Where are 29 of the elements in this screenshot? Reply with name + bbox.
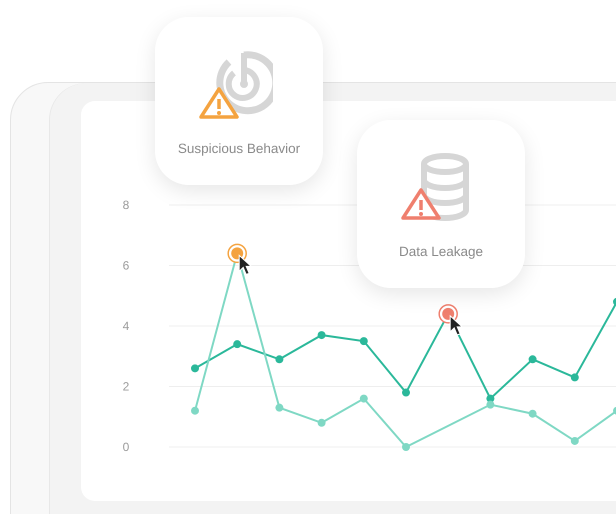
axis-label: 8 (122, 198, 130, 212)
axis-label: 6 (122, 258, 130, 272)
data-point (233, 340, 242, 348)
data-point (360, 337, 368, 346)
alert-card[interactable]: Suspicious Behavior (155, 17, 323, 185)
data-point (570, 373, 579, 382)
data-point (360, 394, 368, 403)
data-point (528, 355, 537, 364)
cursor-icon[interactable] (238, 254, 252, 276)
data-point (191, 406, 199, 415)
data-point (402, 443, 410, 451)
alert-label: Data Leakage (398, 244, 484, 259)
axis-label: 4 (122, 319, 130, 333)
cursor-icon[interactable] (450, 314, 464, 336)
data-point (191, 364, 199, 372)
data-point (613, 406, 616, 415)
data-point (402, 388, 410, 397)
data-point (613, 298, 616, 306)
axis-label: 2 (122, 380, 130, 394)
data-point (318, 331, 326, 340)
data-point (570, 436, 579, 445)
data-point (275, 404, 284, 412)
data-point (275, 355, 284, 364)
data-point (528, 410, 537, 418)
data-point (486, 400, 494, 409)
data-point (318, 418, 326, 427)
axis-label: 0 (122, 440, 130, 454)
alert-label: Suspicious Behavior (178, 141, 300, 156)
alert-card[interactable]: Data Leakage (357, 120, 525, 288)
